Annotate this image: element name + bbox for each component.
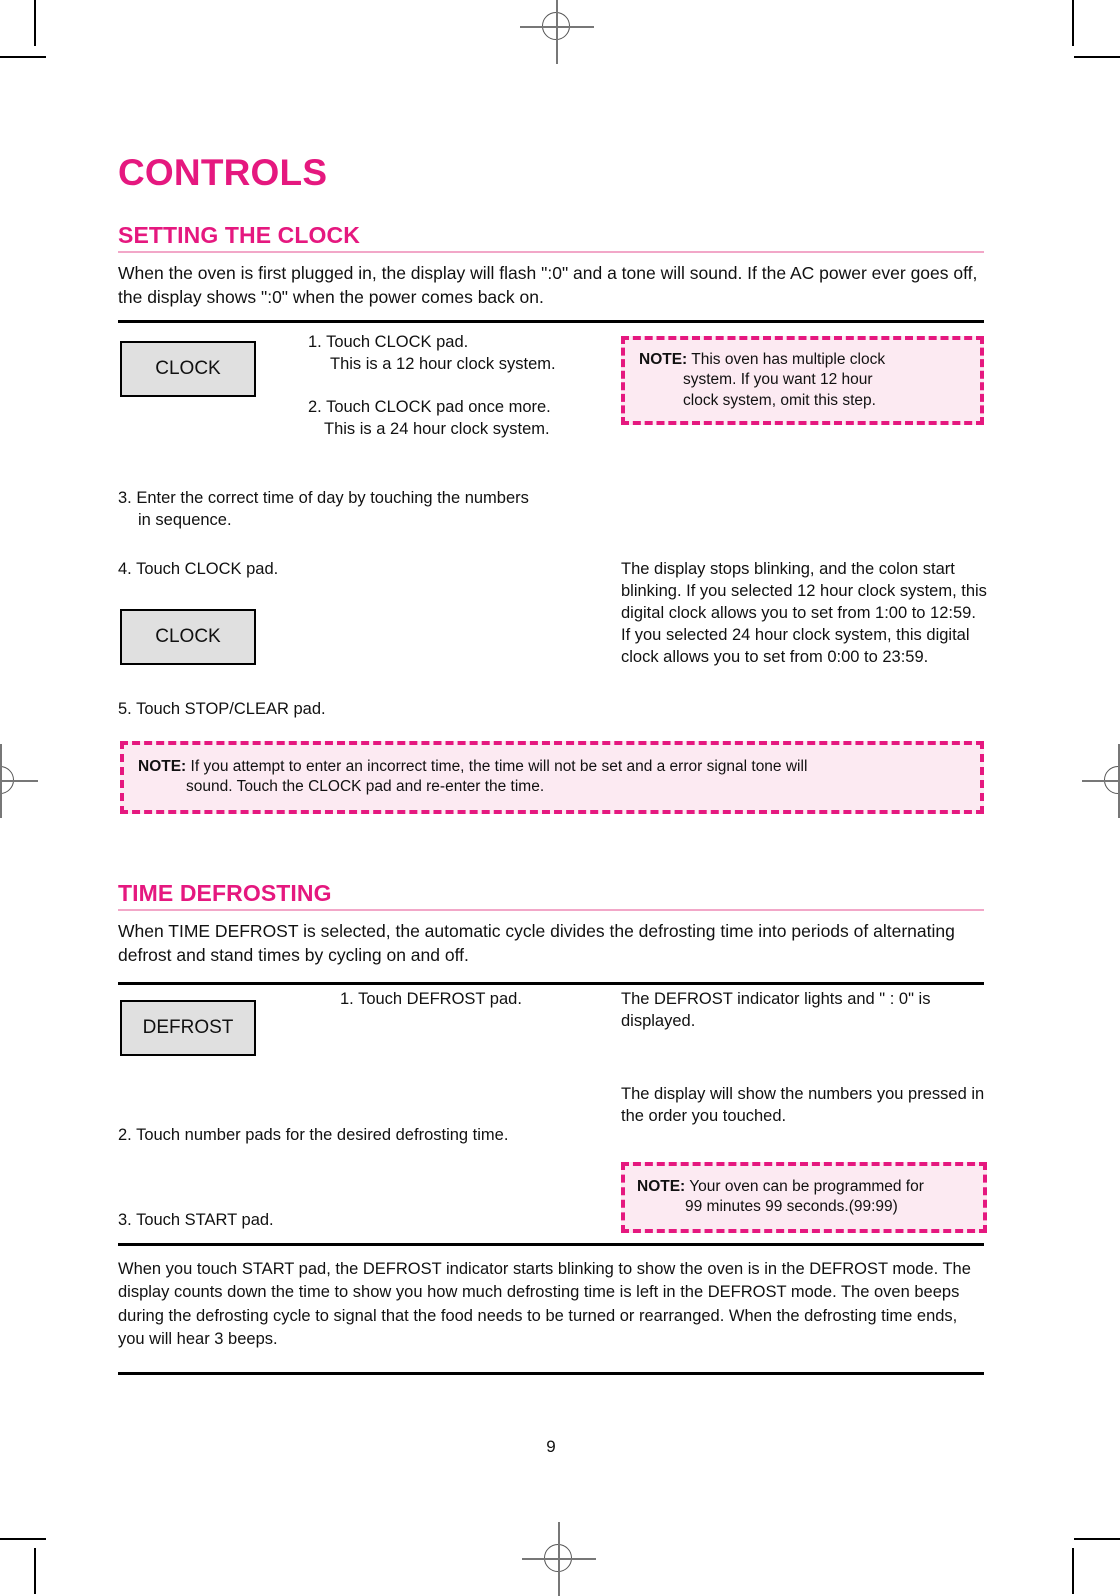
defrost-step-1-label: Touch DEFROST pad. xyxy=(358,990,522,1008)
note-label: NOTE: xyxy=(637,1178,686,1195)
defrost-step-3-number: 3. xyxy=(118,1211,132,1229)
registration-vline-icon xyxy=(558,1522,560,1596)
note-line-2: system. If you want 12 hour xyxy=(683,371,873,389)
defrost-step-3-text: 3. Touch START pad. xyxy=(118,1209,588,1231)
step-5-text: 5. Touch STOP/CLEAR pad. xyxy=(118,698,598,720)
clock-pad-button-2[interactable]: CLOCK xyxy=(120,609,256,665)
step-2: 2. Touch CLOCK pad once more. This is a … xyxy=(308,396,608,440)
defrost-result-text-2: The display will show the numbers you pr… xyxy=(621,1085,985,1126)
page-number: 9 xyxy=(546,1437,556,1456)
step-3-subtext: in sequence. xyxy=(138,511,232,530)
note-box-max-time: NOTE: Your oven can be programmed for 99… xyxy=(621,1162,987,1233)
section-divider xyxy=(118,251,984,253)
section-intro-text: When the oven is first plugged in, the d… xyxy=(118,263,978,307)
defrost-step-2-number: 2. xyxy=(118,1126,132,1144)
registration-mark-right xyxy=(1082,744,1120,818)
crop-mark-bottom-right-vertical xyxy=(1072,1548,1074,1594)
crop-mark-bottom-left-horizontal xyxy=(0,1538,46,1540)
registration-vline-icon xyxy=(0,744,2,818)
step-4-number: 4. xyxy=(118,560,132,578)
step-2-label: Touch CLOCK pad once more. xyxy=(326,398,551,416)
note-line-1: NOTE: Your oven can be programmed for xyxy=(637,1177,971,1197)
note-line-3: clock system, omit this step. xyxy=(683,391,876,409)
defrost-step-2-label: Touch number pads for the desired defros… xyxy=(136,1126,509,1144)
clock-pad-label: CLOCK xyxy=(155,358,221,379)
note-line-2: sound. Touch the CLOCK pad and re-enter … xyxy=(186,778,545,796)
step-3-label: Enter the correct time of day by touchin… xyxy=(136,489,529,507)
note-line-2: 99 minutes 99 seconds.(99:99) xyxy=(685,1198,898,1216)
registration-vline-icon xyxy=(556,0,558,64)
note-text-1: This oven has multiple clock xyxy=(691,351,886,368)
section-time-defrosting: TIME DEFROSTING When TIME DEFROST is sel… xyxy=(118,880,984,968)
step-2-text: 2. Touch CLOCK pad once more. xyxy=(308,396,608,418)
step-3-number: 3. xyxy=(118,489,132,507)
divider-rule xyxy=(118,1243,984,1246)
step-4: 4. Touch CLOCK pad. xyxy=(118,558,598,580)
note-label: NOTE: xyxy=(138,758,187,775)
crop-mark-bottom-left-vertical xyxy=(34,1548,36,1594)
defrost-pad-label: DEFROST xyxy=(142,1017,234,1038)
clock-pad-button-1[interactable]: CLOCK xyxy=(120,341,256,397)
step-3: 3. Enter the correct time of day by touc… xyxy=(118,487,598,531)
step-2-number: 2. xyxy=(308,398,322,416)
registration-vline-icon xyxy=(1118,744,1120,818)
registration-hline-icon xyxy=(1082,780,1120,782)
registration-mark-left xyxy=(0,744,38,818)
step-2-subtext: This is a 24 hour clock system. xyxy=(324,420,550,439)
divider-rule xyxy=(118,320,984,323)
defrost-step-3-label: Touch START pad. xyxy=(136,1211,274,1229)
note-box-clock-system: NOTE: This oven has multiple clock syste… xyxy=(621,336,984,426)
defrost-pad-button[interactable]: DEFROST xyxy=(120,1000,256,1056)
crop-mark-top-left-horizontal xyxy=(0,56,46,58)
section-heading: TIME DEFROSTING xyxy=(118,880,332,906)
crop-mark-top-right-vertical xyxy=(1072,0,1074,46)
note-label: NOTE: xyxy=(639,351,688,368)
section-divider xyxy=(118,909,984,911)
defrost-step-3: 3. Touch START pad. xyxy=(118,1209,588,1231)
section-setting-the-clock: SETTING THE CLOCK When the oven is first… xyxy=(118,222,984,310)
crop-mark-top-left-vertical xyxy=(34,0,36,46)
defrost-step-1: 1. Touch DEFROST pad. xyxy=(340,988,630,1010)
divider-rule-bottom xyxy=(118,1372,984,1375)
section-intro-text: When TIME DEFROST is selected, the autom… xyxy=(118,921,955,965)
registration-hline-icon xyxy=(0,780,38,782)
note-box-incorrect-time: NOTE: If you attempt to enter an incorre… xyxy=(120,741,984,814)
step-1-number: 1. xyxy=(308,333,322,351)
defrost-result-text-1: The DEFROST indicator lights and " : 0" … xyxy=(621,990,931,1031)
clock-pad-label: CLOCK xyxy=(155,626,221,647)
step-1-text: 1. Touch CLOCK pad. xyxy=(308,331,608,353)
defrost-step-1-text: 1. Touch DEFROST pad. xyxy=(340,988,630,1010)
page-title: CONTROLS xyxy=(118,152,328,193)
defrost-step-2: 2. Touch number pads for the desired def… xyxy=(118,1124,588,1146)
crop-mark-top-right-horizontal xyxy=(1074,56,1120,58)
crop-mark-bottom-right-horizontal xyxy=(1074,1538,1120,1540)
step-5-number: 5. xyxy=(118,700,132,718)
step-4-label: Touch CLOCK pad. xyxy=(136,560,279,578)
defrost-closing-paragraph: When you touch START pad, the DEFROST in… xyxy=(118,1260,971,1349)
registration-mark-top xyxy=(520,0,594,64)
step-1: 1. Touch CLOCK pad. This is a 12 hour cl… xyxy=(308,331,608,375)
defrost-step-2-text: 2. Touch number pads for the desired def… xyxy=(118,1124,588,1146)
step-1-subtext: This is a 12 hour clock system. xyxy=(330,355,556,374)
section-heading: SETTING THE CLOCK xyxy=(118,222,360,248)
divider-rule xyxy=(118,982,984,985)
defrost-step-1-number: 1. xyxy=(340,990,354,1008)
registration-mark-bottom xyxy=(522,1522,596,1596)
step-5: 5. Touch STOP/CLEAR pad. xyxy=(118,698,598,720)
step-1-label: Touch CLOCK pad. xyxy=(326,333,469,351)
note-line-1: NOTE: This oven has multiple clock xyxy=(639,350,968,370)
note-text-1: If you attempt to enter an incorrect tim… xyxy=(190,758,808,775)
clock-result-text: The display stops blinking, and the colo… xyxy=(621,560,987,667)
step-3-text: 3. Enter the correct time of day by touc… xyxy=(118,487,598,509)
note-line-1: NOTE: If you attempt to enter an incorre… xyxy=(138,757,966,777)
step-4-text: 4. Touch CLOCK pad. xyxy=(118,558,598,580)
step-5-label: Touch STOP/CLEAR pad. xyxy=(136,700,326,718)
note-text-1: Your oven can be programmed for xyxy=(689,1178,924,1195)
